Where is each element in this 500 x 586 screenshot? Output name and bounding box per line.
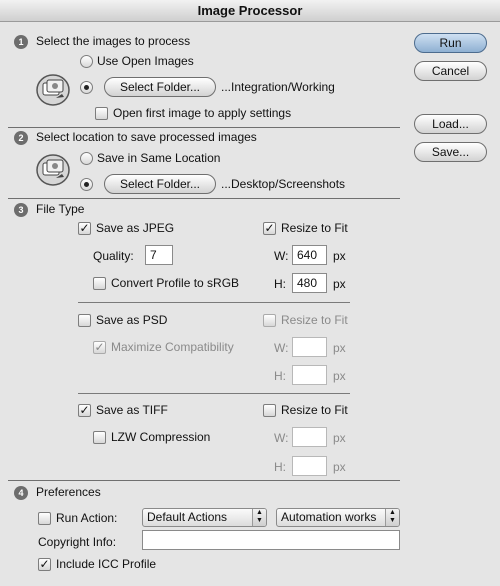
jpeg-width-input[interactable]: 640 [292,245,327,265]
action-set-dropdown[interactable]: Default Actions ▲ ▼ [142,508,267,527]
jpeg-quality-label: Quality: [93,249,134,263]
divider-1 [8,127,400,128]
lzw-compression-label: LZW Compression [111,430,211,444]
jpeg-resize-checkbox[interactable]: ✓ [263,222,276,235]
jpeg-resize-label: Resize to Fit [281,221,348,235]
run-action-label: Run Action: [56,511,118,525]
jpeg-height-input[interactable]: 480 [292,273,327,293]
image-source-icon [36,74,70,106]
save-same-location-label: Save in Same Location [97,151,221,165]
source-folder-path: ...Integration/Working [221,80,335,94]
tiff-resize-label: Resize to Fit [281,403,348,417]
cancel-button[interactable]: Cancel [414,61,487,81]
select-source-folder-button[interactable]: Select Folder... [104,77,216,97]
save-as-jpeg-label: Save as JPEG [96,221,175,235]
action-dropdown[interactable]: Automation works ▲ ▼ [276,508,400,527]
load-button[interactable]: Load... [414,114,487,134]
action-value: Automation works [281,510,377,524]
jpeg-height-unit: px [333,277,346,291]
jpeg-width-unit: px [333,249,346,263]
save-as-jpeg-checkbox[interactable]: ✓ [78,222,91,235]
save-as-psd-checkbox[interactable] [78,314,91,327]
action-set-value: Default Actions [147,510,228,524]
section-1-title: Select the images to process [36,34,191,48]
psd-resize-checkbox[interactable] [263,314,276,327]
window-title: Image Processor [0,0,500,22]
save-same-location-radio[interactable] [80,152,93,165]
jpeg-width-label: W: [274,249,289,263]
save-as-tiff-label: Save as TIFF [96,403,168,417]
step-number-2: 2 [14,131,28,145]
divider-psd [78,393,350,394]
tiff-width-input[interactable] [292,427,327,447]
divider-jpeg [78,302,350,303]
psd-height-input[interactable] [292,365,327,385]
section-2-title: Select location to save processed images [36,130,257,144]
divider-3 [8,480,400,481]
divider-2 [8,198,400,199]
run-action-checkbox[interactable] [38,512,51,525]
psd-height-unit: px [333,369,346,383]
include-icc-label: Include ICC Profile [56,557,157,571]
save-location-icon [36,154,70,186]
tiff-resize-checkbox[interactable] [263,404,276,417]
jpeg-quality-input[interactable]: 7 [145,245,173,265]
lzw-compression-checkbox[interactable] [93,431,106,444]
jpeg-height-label: H: [274,277,286,291]
save-settings-button[interactable]: Save... [414,142,487,162]
step-number-1: 1 [14,35,28,49]
tiff-width-unit: px [333,431,346,445]
psd-width-unit: px [333,341,346,355]
convert-srgb-label: Convert Profile to sRGB [111,276,240,290]
use-open-images-radio[interactable] [80,55,93,68]
source-folder-radio[interactable] [80,81,93,94]
tiff-width-label: W: [274,431,289,445]
open-first-image-label: Open first image to apply settings [113,106,292,120]
save-as-psd-label: Save as PSD [96,313,168,327]
psd-width-input[interactable] [292,337,327,357]
destination-folder-path: ...Desktop/Screenshots [221,177,346,191]
updown-arrows-icon: ▲ ▼ [252,509,266,526]
psd-width-label: W: [274,341,289,355]
copyright-label: Copyright Info: [38,535,117,549]
tiff-height-label: H: [274,460,286,474]
select-destination-folder-button[interactable]: Select Folder... [104,174,216,194]
convert-srgb-checkbox[interactable] [93,277,106,290]
include-icc-checkbox[interactable]: ✓ [38,558,51,571]
section-4-title: Preferences [36,485,101,499]
image-processor-dialog: Image Processor 1 Select the images to p… [0,0,500,586]
maximize-compat-checkbox[interactable]: ✓ [93,341,106,354]
run-button[interactable]: Run [414,33,487,53]
tiff-height-input[interactable] [292,456,327,476]
step-number-4: 4 [14,486,28,500]
open-first-image-checkbox[interactable] [95,107,108,120]
destination-folder-radio[interactable] [80,178,93,191]
use-open-images-label: Use Open Images [97,54,194,68]
updown-arrows-icon: ▲ ▼ [385,509,399,526]
save-as-tiff-checkbox[interactable]: ✓ [78,404,91,417]
section-3-title: File Type [36,202,85,216]
psd-resize-label: Resize to Fit [281,313,348,327]
copyright-input[interactable] [142,530,400,550]
psd-height-label: H: [274,369,286,383]
tiff-height-unit: px [333,460,346,474]
step-number-3: 3 [14,203,28,217]
maximize-compat-label: Maximize Compatibility [111,340,234,354]
